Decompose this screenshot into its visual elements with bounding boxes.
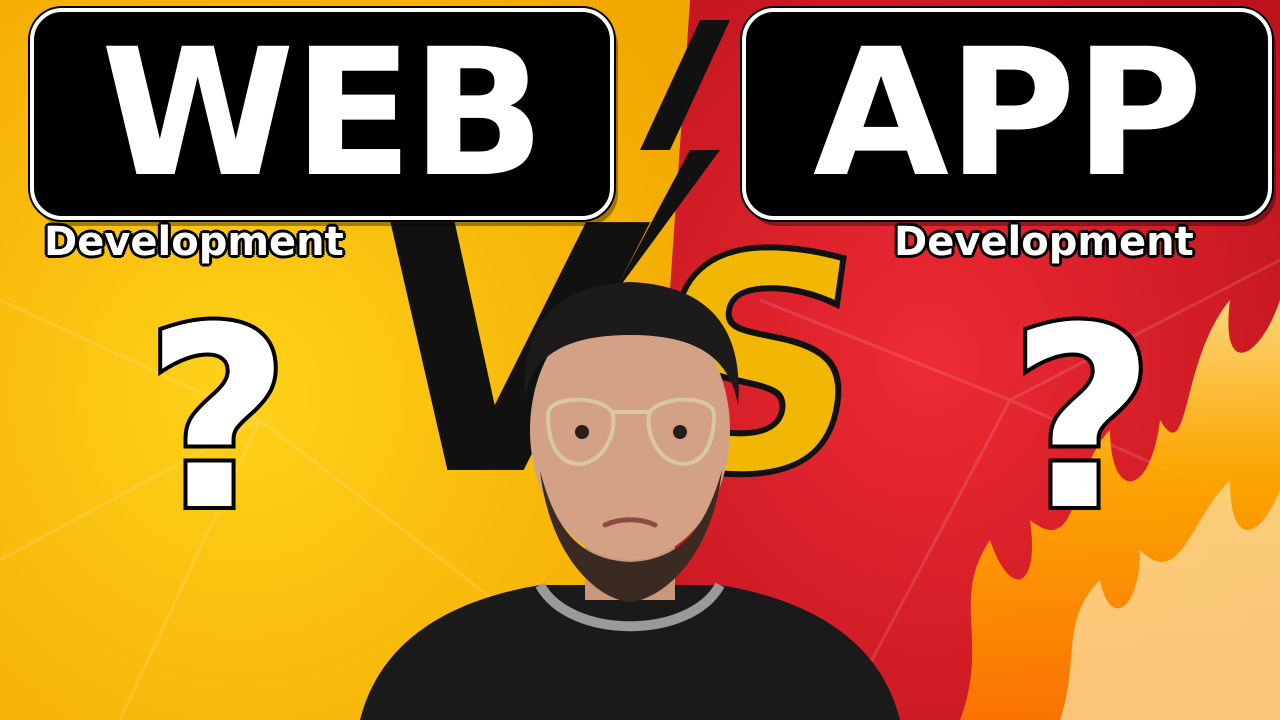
web-title: WEB [100, 11, 546, 216]
web-subtitle: Development [44, 219, 344, 265]
app-title: APP [812, 11, 1203, 216]
app-subtitle: Development [894, 219, 1194, 265]
web-title-box: WEB [30, 8, 614, 220]
app-title-box: APP [742, 8, 1272, 220]
right-question-mark: ? [1006, 274, 1159, 565]
thumbnail: V S WEB Development APP Development ? ? [0, 0, 1280, 720]
left-question-mark: ? [141, 274, 294, 565]
